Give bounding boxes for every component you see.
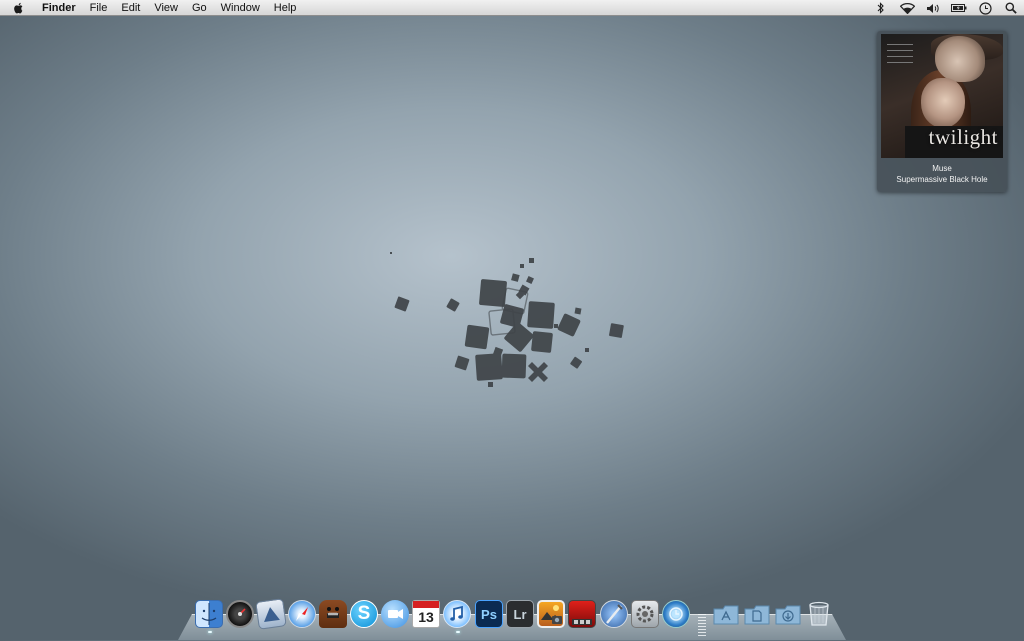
itunes-icon[interactable] [443, 600, 471, 633]
menu-bar: Finder File Edit View Go Window Help [0, 0, 1024, 16]
iphoto-icon[interactable] [537, 600, 565, 628]
apple-menu-icon[interactable] [13, 2, 25, 14]
time-machine-icon[interactable] [662, 600, 690, 628]
lightroom-icon[interactable]: Lr [506, 600, 534, 628]
wallpaper-decoration [390, 252, 624, 387]
domo-icon[interactable] [319, 600, 347, 628]
safari-icon[interactable] [288, 600, 316, 628]
documents-folder-icon[interactable] [743, 600, 771, 628]
menu-edit[interactable]: Edit [114, 0, 147, 16]
album-art-title: twilight [928, 125, 998, 149]
now-playing-artist: Muse [932, 164, 952, 173]
photoshop-icon[interactable]: Ps [475, 600, 503, 628]
bluetooth-icon[interactable] [873, 1, 889, 15]
system-preferences-icon[interactable] [631, 600, 659, 628]
skype-icon[interactable]: S [350, 600, 378, 628]
battery-icon[interactable] [951, 1, 967, 15]
menu-help[interactable]: Help [267, 0, 304, 16]
menu-window[interactable]: Window [214, 0, 267, 16]
menu-finder[interactable]: Finder [35, 0, 83, 16]
dashboard-icon[interactable] [226, 600, 254, 628]
dock-separator [698, 614, 706, 638]
volume-icon[interactable] [925, 1, 941, 15]
now-playing-track: Supermassive Black Hole [896, 175, 988, 184]
menu-go[interactable]: Go [185, 0, 214, 16]
trash-icon[interactable] [805, 600, 833, 628]
ichat-icon[interactable] [381, 600, 409, 628]
ical-date: 13 [418, 609, 434, 625]
ical-icon[interactable]: 13 [412, 600, 440, 628]
time-machine-icon[interactable] [977, 1, 993, 15]
lightroom-label: Lr [513, 606, 527, 622]
wifi-icon[interactable] [899, 1, 915, 15]
xcode-icon[interactable] [600, 600, 628, 628]
album-artwork: twilight [881, 34, 1003, 158]
photo-booth-icon[interactable] [568, 600, 596, 628]
album-art-credits [887, 44, 913, 68]
applications-folder-icon[interactable] [712, 600, 740, 628]
downloads-folder-icon[interactable] [774, 600, 802, 628]
status-area [868, 0, 1024, 16]
mail-icon[interactable] [255, 598, 287, 630]
photoshop-label: Ps [481, 606, 497, 622]
menu-file[interactable]: File [83, 0, 115, 16]
now-playing-widget[interactable]: twilight Muse Supermassive Black Hole [877, 31, 1007, 192]
finder-icon[interactable] [195, 600, 223, 633]
menu-view[interactable]: View [147, 0, 185, 16]
spotlight-icon[interactable] [1003, 1, 1019, 15]
